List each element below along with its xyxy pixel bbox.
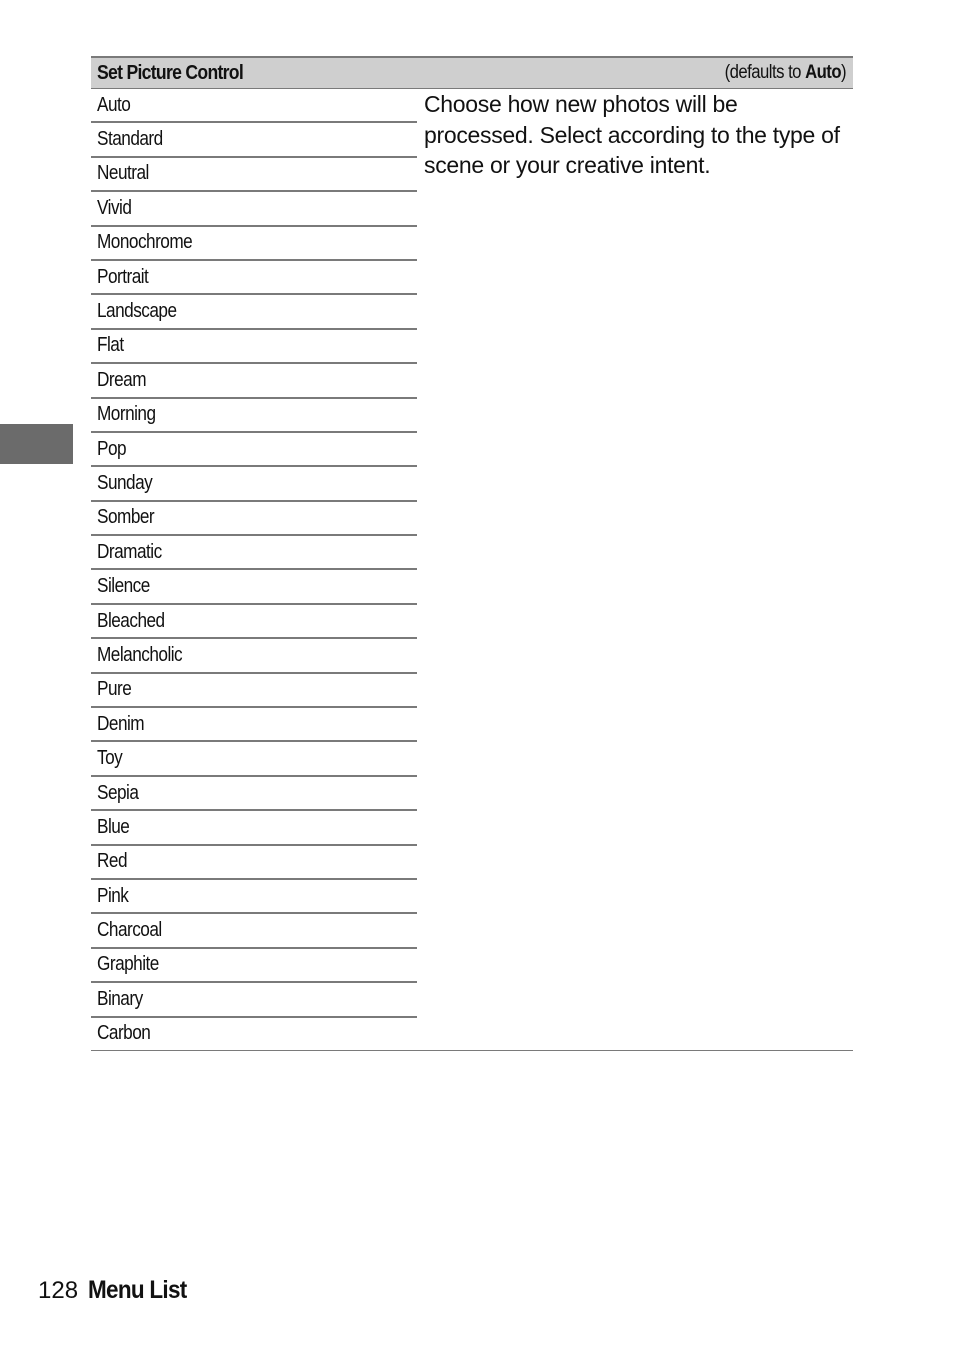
table-header: Set Picture Control (defaults to Auto) — [91, 56, 853, 89]
option-list: Auto Standard Neutral Vivid Monochrome Portra… — [91, 89, 417, 1050]
option-row: Red — [91, 846, 417, 880]
option-row: Sepia — [91, 777, 417, 812]
option-label: Charcoal — [97, 919, 162, 942]
page-footer: 128 Menu List — [38, 1276, 198, 1305]
option-label: Silence — [97, 575, 150, 598]
option-label: Pure — [97, 678, 132, 701]
option-row: Melancholic — [91, 639, 417, 674]
option-row: Auto — [91, 89, 417, 124]
option-label: Dramatic — [97, 540, 162, 563]
option-row: Landscape — [91, 295, 417, 330]
option-label: Pop — [97, 437, 127, 460]
option-label: Blue — [97, 815, 130, 838]
option-row: Pink — [91, 880, 417, 915]
option-label: Melancholic — [97, 643, 183, 666]
option-row: Somber — [91, 502, 417, 537]
option-row: Morning — [91, 399, 417, 433]
option-row: Silence — [91, 570, 417, 605]
option-row: Bleached — [91, 605, 417, 640]
option-row: Vivid — [91, 192, 417, 227]
option-label: Graphite — [97, 953, 159, 976]
picture-control-table: Set Picture Control (defaults to Auto) A… — [91, 56, 853, 1051]
page-number: 128 — [38, 1277, 79, 1304]
option-label: Red — [97, 850, 128, 873]
option-label: Standard — [97, 128, 163, 151]
option-row: Dream — [91, 364, 417, 399]
option-label: Auto — [97, 93, 131, 116]
option-row: Toy — [91, 742, 417, 777]
description: Choose how new photos will be processed.… — [424, 91, 840, 178]
option-label: Sunday — [97, 471, 153, 494]
option-label: Binary — [97, 987, 143, 1010]
option-row: Graphite — [91, 949, 417, 984]
option-row: Binary — [91, 983, 417, 1018]
default-note: (defaults to Auto) — [724, 62, 846, 83]
option-row: Denim — [91, 708, 417, 743]
option-label: Flat — [97, 334, 124, 357]
option-label: Carbon — [97, 1022, 151, 1045]
option-label: Dream — [97, 368, 147, 391]
option-label: Landscape — [97, 300, 177, 323]
option-row: Neutral — [91, 158, 417, 193]
option-row: Portrait — [91, 261, 417, 296]
option-row: Standard — [91, 123, 417, 158]
option-row: Charcoal — [91, 914, 417, 949]
option-row: Dramatic — [91, 536, 417, 571]
option-label: Sepia — [97, 781, 139, 804]
chapter-tab-marker — [0, 424, 73, 464]
default-value: Auto — [804, 62, 841, 83]
option-label: Toy — [97, 747, 123, 770]
option-row: Pure — [91, 674, 417, 709]
table-body: Auto Standard Neutral Vivid Monochrome Portra… — [91, 89, 853, 1051]
option-label: Bleached — [97, 609, 165, 632]
option-label: Morning — [97, 403, 156, 426]
option-row: Sunday — [91, 467, 417, 502]
option-row: Flat — [91, 330, 417, 365]
table-title: Set Picture Control — [97, 61, 244, 84]
option-label: Pink — [97, 884, 129, 907]
option-label: Denim — [97, 712, 145, 735]
option-label: Vivid — [97, 196, 132, 219]
option-row: Monochrome — [91, 227, 417, 261]
section-title: Menu List — [88, 1276, 187, 1304]
option-label: Somber — [97, 506, 155, 529]
option-label: Monochrome — [97, 231, 193, 254]
option-label: Neutral — [97, 162, 149, 185]
option-label: Portrait — [97, 265, 149, 288]
option-row: Pop — [91, 433, 417, 468]
option-row: Blue — [91, 811, 417, 846]
option-row: Carbon — [91, 1018, 417, 1050]
